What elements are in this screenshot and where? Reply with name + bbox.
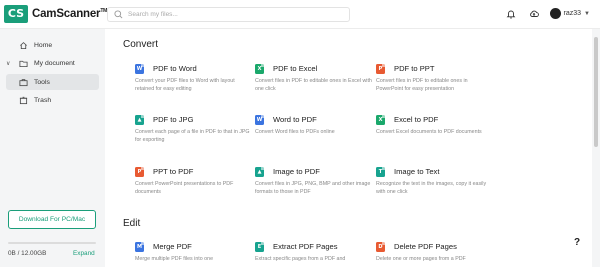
main-scrollbar[interactable]: [592, 29, 600, 267]
tool-image-to-pdf[interactable]: ▲ Image to PDF Convert files in JPG, PNG,…: [255, 166, 380, 196]
sidebar-item-label: Tools: [34, 78, 50, 86]
section-title-convert: Convert: [123, 39, 159, 50]
help-button[interactable]: ?: [574, 237, 580, 248]
tool-name: Image to Text: [394, 167, 440, 176]
main-content: Convert W PDF to Word Convert your PDF fi…: [105, 29, 592, 267]
tool-desc: Convert each page of a file in PDF to th…: [135, 129, 250, 143]
image-icon: ▲: [255, 166, 264, 177]
sidebar-item-tools[interactable]: Tools: [6, 74, 99, 90]
sidebar-item-my-document[interactable]: ∨ My document: [6, 55, 99, 71]
folder-icon: [18, 58, 28, 68]
top-bar: CS CamScannerTM raz33 ▼: [0, 0, 600, 29]
tool-name: Merge PDF: [153, 242, 192, 251]
briefcase-icon: [18, 77, 28, 87]
header-actions: raz33 ▼: [494, 8, 590, 19]
tool-word-to-pdf[interactable]: W Word to PDF Convert Word files to PDFs …: [255, 114, 380, 137]
tool-image-to-text[interactable]: T Image to Text Recognize the text in the…: [376, 166, 501, 196]
search-input[interactable]: [128, 11, 328, 18]
tool-name: Extract PDF Pages: [273, 242, 338, 251]
bell-icon[interactable]: [506, 8, 517, 19]
tool-delete-pdf-pages[interactable]: D Delete PDF Pages Delete one or more pag…: [376, 241, 501, 264]
logo-mark: CS: [4, 5, 28, 23]
tool-pdf-to-word[interactable]: W PDF to Word Convert your PDF files to W…: [135, 63, 260, 93]
storage-bar: [8, 242, 96, 244]
expand-link[interactable]: Expand: [73, 250, 95, 257]
tool-extract-pdf-pages[interactable]: E Extract PDF Pages Extract specific page…: [255, 241, 380, 264]
sidebar-item-label: Trash: [34, 96, 52, 104]
tool-desc: Convert files in PDF to editable ones in…: [376, 78, 468, 92]
sidebar-item-label: My document: [34, 59, 75, 67]
word-icon: W: [255, 114, 264, 125]
logo-name: CamScanner: [32, 8, 101, 20]
tool-desc: Convert files in PDF to editable ones in…: [255, 78, 372, 92]
tool-name: PDF to Excel: [273, 64, 318, 73]
section-title-edit: Edit: [123, 218, 141, 229]
excel-icon: X: [255, 63, 264, 74]
avatar[interactable]: [549, 8, 561, 19]
tool-desc: Recognize the text in the images, copy i…: [376, 181, 487, 195]
tool-name: PPT to PDF: [153, 167, 194, 176]
merge-icon: M: [135, 241, 144, 252]
tool-name: Image to PDF: [273, 167, 320, 176]
download-button[interactable]: Download For PC/Mac: [8, 210, 96, 229]
username[interactable]: raz33: [564, 10, 582, 17]
search-box[interactable]: [107, 7, 350, 22]
extract-icon: E: [255, 241, 264, 252]
tool-pdf-to-excel[interactable]: X PDF to Excel Convert files in PDF to ed…: [255, 63, 380, 93]
tool-desc: Convert Word files to PDFs online: [255, 129, 335, 135]
tool-name: Word to PDF: [273, 115, 317, 124]
word-icon: W: [135, 63, 144, 74]
tool-desc: Convert your PDF files to Word with layo…: [135, 78, 235, 92]
scrollbar-thumb[interactable]: [594, 37, 598, 147]
app-logo[interactable]: CS CamScannerTM: [4, 5, 107, 23]
tool-desc: Convert files in JPG, PNG, BMP and other…: [255, 181, 371, 195]
sidebar: Home ∨ My document Tools Trash Download …: [0, 29, 105, 267]
tool-desc: Convert PowerPoint presentations to PDF …: [135, 181, 234, 195]
tool-pdf-to-ppt[interactable]: P PDF to PPT Convert files in PDF to edit…: [376, 63, 501, 93]
tool-name: PDF to PPT: [394, 64, 435, 73]
tool-name: PDF to Word: [153, 64, 197, 73]
tool-desc: Delete one or more pages from a PDF: [376, 256, 466, 262]
sidebar-item-home[interactable]: Home: [6, 37, 99, 53]
tool-pdf-to-jpg[interactable]: ▲ PDF to JPG Convert each page of a file …: [135, 114, 260, 144]
ppt-icon: P: [135, 166, 144, 177]
search-icon: [114, 10, 123, 19]
trash-icon: [18, 95, 28, 105]
tool-desc: Convert Excel documents to PDF documents: [376, 129, 482, 135]
home-icon: [18, 40, 28, 50]
tool-desc: Merge multiple PDF files into one: [135, 256, 214, 262]
sidebar-item-label: Home: [34, 41, 53, 49]
tool-excel-to-pdf[interactable]: X Excel to PDF Convert Excel documents to…: [376, 114, 501, 137]
chevron-down-icon[interactable]: ▼: [584, 11, 590, 17]
logo-text: CamScannerTM: [32, 8, 107, 20]
tool-desc: Extract specific pages from a PDF and: [255, 256, 346, 262]
image-icon: ▲: [135, 114, 144, 125]
tool-name: Delete PDF Pages: [394, 242, 457, 251]
cloud-upload-icon[interactable]: [529, 8, 540, 19]
sidebar-item-trash[interactable]: Trash: [6, 92, 99, 108]
tool-ppt-to-pdf[interactable]: P PPT to PDF Convert PowerPoint presentat…: [135, 166, 260, 196]
ppt-icon: P: [376, 63, 385, 74]
tool-name: PDF to JPG: [153, 115, 194, 124]
delete-pages-icon: D: [376, 241, 385, 252]
excel-icon: X: [376, 114, 385, 125]
tool-merge-pdf[interactable]: M Merge PDF Merge multiple PDF files into…: [135, 241, 260, 264]
text-recognition-icon: T: [376, 166, 385, 177]
tool-name: Excel to PDF: [394, 115, 439, 124]
chevron-down-icon[interactable]: ∨: [6, 60, 14, 67]
storage-text: 0B / 12.00GB: [8, 250, 47, 257]
